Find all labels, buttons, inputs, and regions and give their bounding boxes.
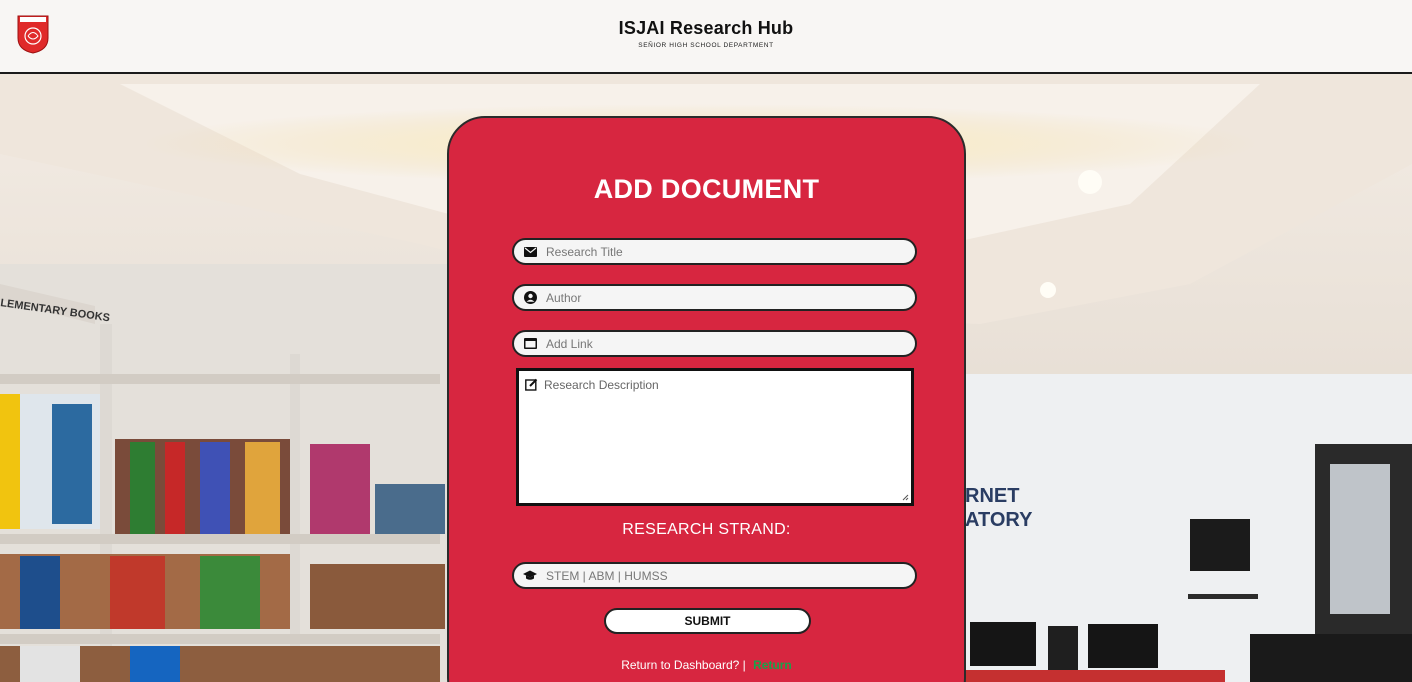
form-title: ADD DOCUMENT xyxy=(593,174,820,204)
strand-field[interactable] xyxy=(512,562,917,589)
link-field[interactable] xyxy=(512,330,917,357)
description-input[interactable] xyxy=(544,378,904,498)
research-strand-label: RESEARCH STRAND: xyxy=(622,521,791,538)
link-input[interactable] xyxy=(546,336,906,351)
site-subtitle: SEÑIOR HIGH SCHOOL DEPARTMENT xyxy=(638,42,774,49)
edit-icon xyxy=(525,378,539,392)
return-link[interactable]: Return xyxy=(753,658,792,672)
submit-button[interactable]: SUBMIT xyxy=(604,608,811,634)
author-field[interactable] xyxy=(512,284,917,311)
research-title-input[interactable] xyxy=(546,244,906,259)
card-icon xyxy=(523,337,537,351)
brand: ISJAI Research Hub SEÑIOR HIGH SCHOOL DE… xyxy=(0,18,1412,49)
author-input[interactable] xyxy=(546,290,906,305)
top-header: ISJAI Research Hub SEÑIOR HIGH SCHOOL DE… xyxy=(0,0,1412,74)
return-prompt: Return to Dashboard? | xyxy=(621,658,746,672)
graduation-cap-icon xyxy=(523,569,537,583)
svg-text:RNET: RNET xyxy=(965,485,1019,507)
svg-text:ATORY: ATORY xyxy=(965,509,1033,531)
return-line: Return to Dashboard? | Return xyxy=(449,658,964,672)
envelope-icon xyxy=(523,245,537,259)
resize-grip-icon[interactable] xyxy=(901,493,909,501)
strand-input[interactable] xyxy=(546,568,906,583)
research-title-field[interactable] xyxy=(512,238,917,265)
site-title: ISJAI Research Hub xyxy=(618,18,794,38)
user-circle-icon xyxy=(523,291,537,305)
add-document-card: ADD DOCUMENT RESEARCH STRAND: SUBMIT xyxy=(447,116,966,682)
description-field[interactable] xyxy=(516,368,914,506)
